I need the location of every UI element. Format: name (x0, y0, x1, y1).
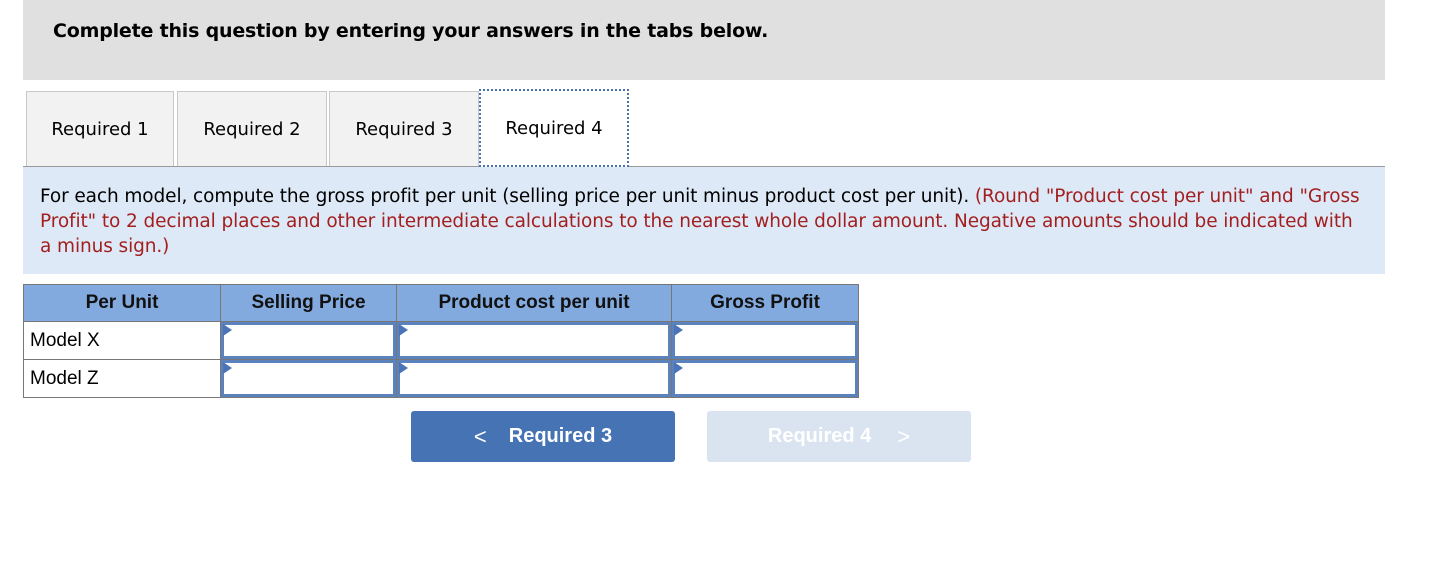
tab-bar: Required 1 Required 2 Required 3 Require… (23, 89, 1385, 167)
model-z-gross-profit-input[interactable] (675, 363, 855, 394)
gross-profit-cell (671, 359, 859, 398)
tab-required-1[interactable]: Required 1 (26, 91, 174, 166)
next-required-4-button[interactable]: Required 4 > (707, 411, 971, 462)
input-flag-icon (223, 324, 232, 336)
model-x-product-cost-input[interactable] (400, 325, 668, 356)
gross-profit-table: Per Unit Selling Price Product cost per … (23, 284, 859, 398)
instructions-panel: For each model, compute the gross profit… (23, 167, 1385, 274)
input-flag-icon (399, 362, 408, 374)
row-label: Model X (23, 321, 221, 360)
product-cost-cell (396, 321, 672, 360)
selling-price-cell (220, 359, 397, 398)
input-flag-icon (674, 362, 683, 374)
table-row: Model X (23, 321, 859, 360)
selling-price-cell (220, 321, 397, 360)
table-row: Model Z (23, 359, 859, 398)
header-gross-profit: Gross Profit (671, 284, 859, 322)
input-flag-icon (399, 324, 408, 336)
header-product-cost: Product cost per unit (396, 284, 672, 322)
model-z-product-cost-input[interactable] (400, 363, 668, 394)
gross-profit-cell (671, 321, 859, 360)
instructions-text: For each model, compute the gross profit… (40, 186, 970, 207)
row-label: Model Z (23, 359, 221, 398)
model-z-selling-price-input[interactable] (224, 363, 393, 394)
prev-button-label: Required 3 (508, 425, 613, 447)
previous-required-3-button[interactable]: < Required 3 (411, 411, 675, 462)
next-button-label: Required 4 (767, 425, 872, 447)
question-title: Complete this question by entering your … (53, 20, 769, 42)
header-selling-price: Selling Price (220, 284, 397, 322)
model-x-gross-profit-input[interactable] (675, 325, 855, 356)
chevron-left-icon: < (473, 423, 487, 449)
input-flag-icon (223, 362, 232, 374)
input-flag-icon (674, 324, 683, 336)
model-x-selling-price-input[interactable] (224, 325, 393, 356)
header-per-unit: Per Unit (23, 284, 221, 322)
tab-required-3[interactable]: Required 3 (329, 91, 479, 166)
chevron-right-icon: > (897, 423, 911, 449)
tab-required-2[interactable]: Required 2 (177, 91, 327, 166)
table-header-row: Per Unit Selling Price Product cost per … (23, 284, 859, 322)
tab-required-4[interactable]: Required 4 (479, 89, 629, 167)
product-cost-cell (396, 359, 672, 398)
question-header: Complete this question by entering your … (23, 0, 1385, 80)
